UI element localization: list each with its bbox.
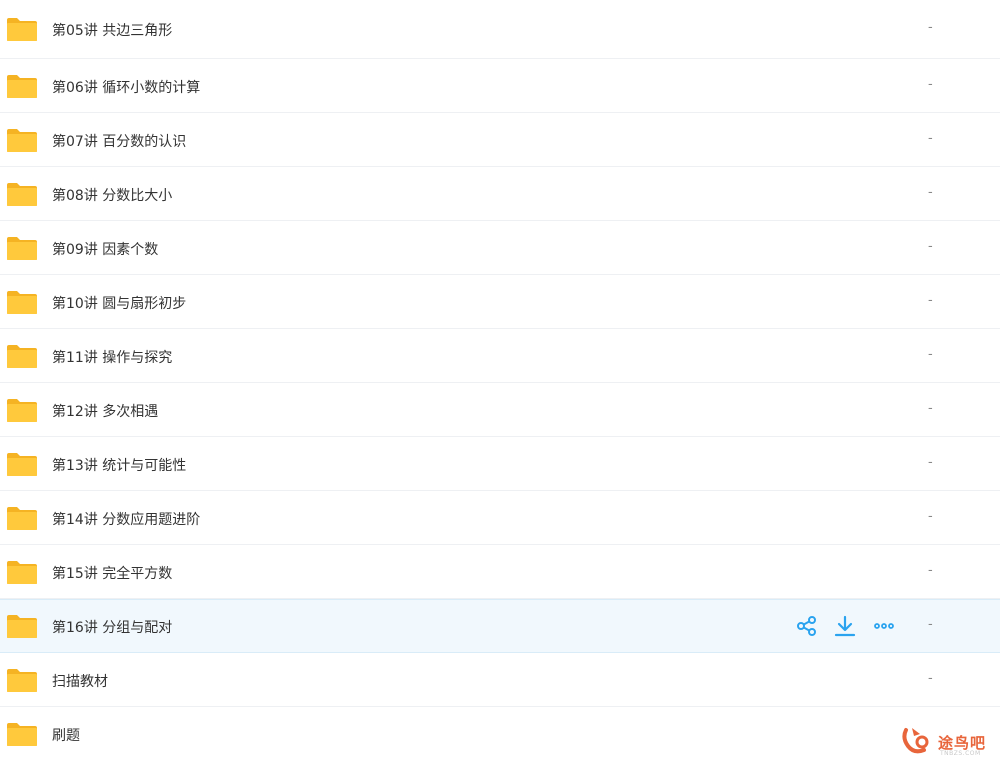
file-size: - (928, 292, 933, 308)
folder-icon (7, 452, 37, 476)
folder-icon (7, 18, 37, 41)
folder-icon (7, 615, 37, 638)
folder-icon (7, 128, 37, 152)
file-size: - (928, 508, 933, 524)
file-size: - (928, 670, 933, 686)
watermark: 途鸟吧 TNBZS.COM (898, 720, 998, 760)
file-name[interactable]: 第10讲 圆与扇形初步 (52, 293, 186, 313)
file-size: - (928, 130, 933, 146)
file-size: - (928, 346, 933, 362)
file-name[interactable]: 第05讲 共边三角形 (52, 20, 172, 40)
more-icon[interactable] (872, 614, 896, 638)
file-size: - (928, 617, 933, 632)
file-name[interactable]: 第07讲 百分数的认识 (52, 131, 186, 151)
file-row[interactable]: 第14讲 分数应用题进阶 - (0, 491, 1000, 545)
folder-icon (7, 290, 37, 314)
file-name[interactable]: 第13讲 统计与可能性 (52, 455, 186, 475)
folder-icon (7, 723, 37, 746)
file-row[interactable]: 第15讲 完全平方数 - (0, 545, 1000, 599)
file-row[interactable]: 第08讲 分数比大小 - (0, 167, 1000, 221)
file-size: - (928, 454, 933, 470)
file-row[interactable]: 第11讲 操作与探究 - (0, 329, 1000, 383)
file-size: - (928, 76, 933, 92)
watermark-sub: TNBZS.COM (940, 750, 981, 757)
file-row-selected[interactable]: 第16讲 分组与配对 - (0, 599, 1000, 653)
folder-icon (7, 74, 37, 98)
folder-icon (7, 236, 37, 260)
folder-icon (7, 506, 37, 530)
file-row[interactable]: 刷题 (0, 707, 1000, 761)
file-size: - (928, 400, 933, 416)
folder-icon (7, 398, 37, 422)
file-name[interactable]: 第08讲 分数比大小 (52, 185, 172, 205)
share-icon[interactable] (795, 614, 819, 638)
file-list: 第05讲 共边三角形 - 第06讲 循环小数的计算 - 第07讲 百分数的认识 … (0, 0, 1000, 761)
file-row[interactable]: 第10讲 圆与扇形初步 - (0, 275, 1000, 329)
file-row[interactable]: 第07讲 百分数的认识 - (0, 113, 1000, 167)
file-name[interactable]: 第09讲 因素个数 (52, 239, 158, 259)
file-row[interactable]: 第06讲 循环小数的计算 - (0, 59, 1000, 113)
folder-icon (7, 182, 37, 206)
file-name[interactable]: 第15讲 完全平方数 (52, 563, 172, 583)
file-size: - (928, 238, 933, 254)
file-name[interactable]: 第11讲 操作与探究 (52, 347, 172, 367)
folder-icon (7, 344, 37, 368)
file-row[interactable]: 第05讲 共边三角形 - (0, 0, 1000, 59)
file-name[interactable]: 第16讲 分组与配对 (52, 617, 172, 637)
file-row[interactable]: 扫描教材 - (0, 653, 1000, 707)
file-name[interactable]: 第14讲 分数应用题进阶 (52, 509, 200, 529)
file-row[interactable]: 第09讲 因素个数 - (0, 221, 1000, 275)
folder-icon (7, 560, 37, 584)
folder-icon (7, 668, 37, 692)
file-name[interactable]: 第12讲 多次相遇 (52, 401, 158, 421)
file-row[interactable]: 第13讲 统计与可能性 - (0, 437, 1000, 491)
watermark-logo-icon (902, 728, 929, 754)
download-icon[interactable] (833, 614, 857, 638)
file-size: - (928, 184, 933, 200)
file-name[interactable]: 扫描教材 (52, 671, 108, 691)
file-name[interactable]: 刷题 (52, 725, 80, 745)
file-name[interactable]: 第06讲 循环小数的计算 (52, 77, 200, 97)
file-size: - (928, 562, 933, 578)
file-row[interactable]: 第12讲 多次相遇 - (0, 383, 1000, 437)
file-size: - (928, 20, 933, 35)
